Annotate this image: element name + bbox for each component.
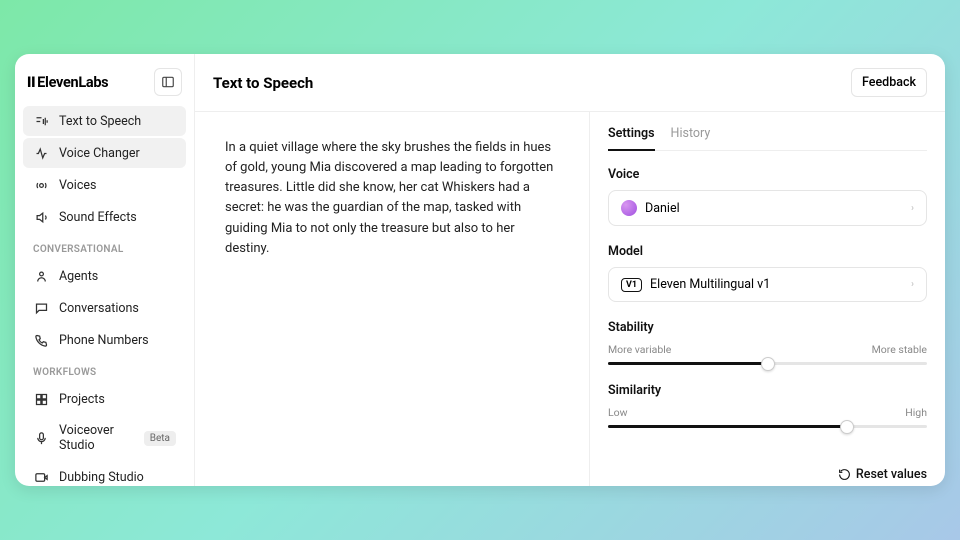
phone-icon — [33, 332, 49, 348]
agents-icon — [33, 268, 49, 284]
chevron-right-icon: › — [911, 279, 914, 290]
feedback-button[interactable]: Feedback — [851, 68, 927, 97]
brand-logo: IIElevenLabs — [27, 74, 108, 91]
sidebar-item-label: Text to Speech — [59, 114, 141, 129]
voices-icon — [33, 177, 49, 193]
conversations-icon — [33, 300, 49, 316]
sidebar: IIElevenLabs Text to Speech Voice Change… — [15, 54, 195, 486]
brand-text: ElevenLabs — [37, 74, 108, 91]
model-version-badge: V1 — [621, 278, 642, 292]
stability-slider[interactable] — [608, 362, 927, 365]
reset-values-button[interactable]: Reset values — [838, 467, 927, 482]
section-workflows: WORKFLOWS — [23, 357, 186, 384]
model-select[interactable]: V1 Eleven Multilingual v1 › — [608, 267, 927, 302]
sidebar-item-label: Voice Changer — [59, 146, 140, 161]
stability-fill — [608, 362, 768, 365]
stability-range-labels: More variable More stable — [608, 343, 927, 356]
sidebar-header: IIElevenLabs — [23, 62, 186, 106]
sidebar-item-sound-effects[interactable]: Sound Effects — [23, 202, 186, 232]
sidebar-item-voices[interactable]: Voices — [23, 170, 186, 200]
dubbing-icon — [33, 469, 49, 485]
beta-badge: Beta — [144, 431, 176, 446]
sidebar-item-label: Conversations — [59, 301, 139, 316]
voice-label: Voice — [608, 167, 927, 182]
tab-history[interactable]: History — [671, 126, 711, 150]
chevron-right-icon: › — [911, 203, 914, 214]
sidebar-item-label: Dubbing Studio — [59, 470, 144, 485]
stability-label: Stability — [608, 320, 927, 335]
topbar: Text to Speech Feedback — [195, 54, 945, 112]
sidebar-item-label: Voiceover Studio — [59, 423, 134, 453]
page-title: Text to Speech — [213, 74, 313, 92]
sidebar-item-projects[interactable]: Projects — [23, 384, 186, 414]
sidebar-item-voice-changer[interactable]: Voice Changer — [23, 138, 186, 168]
reset-label: Reset values — [856, 467, 927, 482]
sidebar-collapse-button[interactable] — [154, 68, 182, 96]
similarity-high-label: High — [905, 406, 927, 419]
stability-slider-group: Stability More variable More stable — [608, 320, 927, 365]
sound-effects-icon — [33, 209, 49, 225]
voice-changer-icon — [33, 145, 49, 161]
tab-settings[interactable]: Settings — [608, 126, 655, 151]
sidebar-item-label: Phone Numbers — [59, 333, 149, 348]
settings-panel: Settings History Voice Daniel › Model V1… — [590, 112, 945, 486]
sidebar-item-dubbing-studio[interactable]: Dubbing Studio — [23, 462, 186, 486]
projects-icon — [33, 391, 49, 407]
text-to-speech-icon — [33, 113, 49, 129]
settings-tabs: Settings History — [608, 126, 927, 151]
voice-avatar-icon — [621, 200, 637, 216]
sidebar-item-label: Voices — [59, 178, 96, 193]
text-editor[interactable]: In a quiet village where the sky brushes… — [195, 112, 590, 486]
similarity-slider[interactable] — [608, 425, 927, 428]
stability-thumb[interactable] — [761, 357, 775, 371]
similarity-thumb[interactable] — [840, 420, 854, 434]
sidebar-item-label: Projects — [59, 392, 105, 407]
reset-row: Reset values — [608, 446, 927, 485]
model-value: Eleven Multilingual v1 — [650, 277, 770, 292]
app-frame: IIElevenLabs Text to Speech Voice Change… — [15, 54, 945, 486]
voice-value: Daniel — [645, 201, 680, 216]
voice-select[interactable]: Daniel › — [608, 190, 927, 226]
panel-icon — [161, 75, 175, 89]
sidebar-item-phone-numbers[interactable]: Phone Numbers — [23, 325, 186, 355]
similarity-label: Similarity — [608, 383, 927, 398]
main: Text to Speech Feedback In a quiet villa… — [195, 54, 945, 486]
editor-text[interactable]: In a quiet village where the sky brushes… — [225, 138, 559, 259]
sidebar-item-text-to-speech[interactable]: Text to Speech — [23, 106, 186, 136]
sidebar-item-label: Agents — [59, 269, 98, 284]
similarity-fill — [608, 425, 847, 428]
model-label: Model — [608, 244, 927, 259]
similarity-slider-group: Similarity Low High — [608, 383, 927, 428]
sidebar-item-agents[interactable]: Agents — [23, 261, 186, 291]
sidebar-item-label: Sound Effects — [59, 210, 137, 225]
similarity-range-labels: Low High — [608, 406, 927, 419]
stability-low-label: More variable — [608, 343, 671, 356]
sidebar-item-conversations[interactable]: Conversations — [23, 293, 186, 323]
voiceover-icon — [33, 430, 49, 446]
similarity-low-label: Low — [608, 406, 628, 419]
section-conversational: CONVERSATIONAL — [23, 234, 186, 261]
stability-high-label: More stable — [872, 343, 927, 356]
sidebar-item-voiceover-studio[interactable]: Voiceover Studio Beta — [23, 416, 186, 460]
reset-icon — [838, 468, 851, 481]
content-area: In a quiet village where the sky brushes… — [195, 112, 945, 486]
